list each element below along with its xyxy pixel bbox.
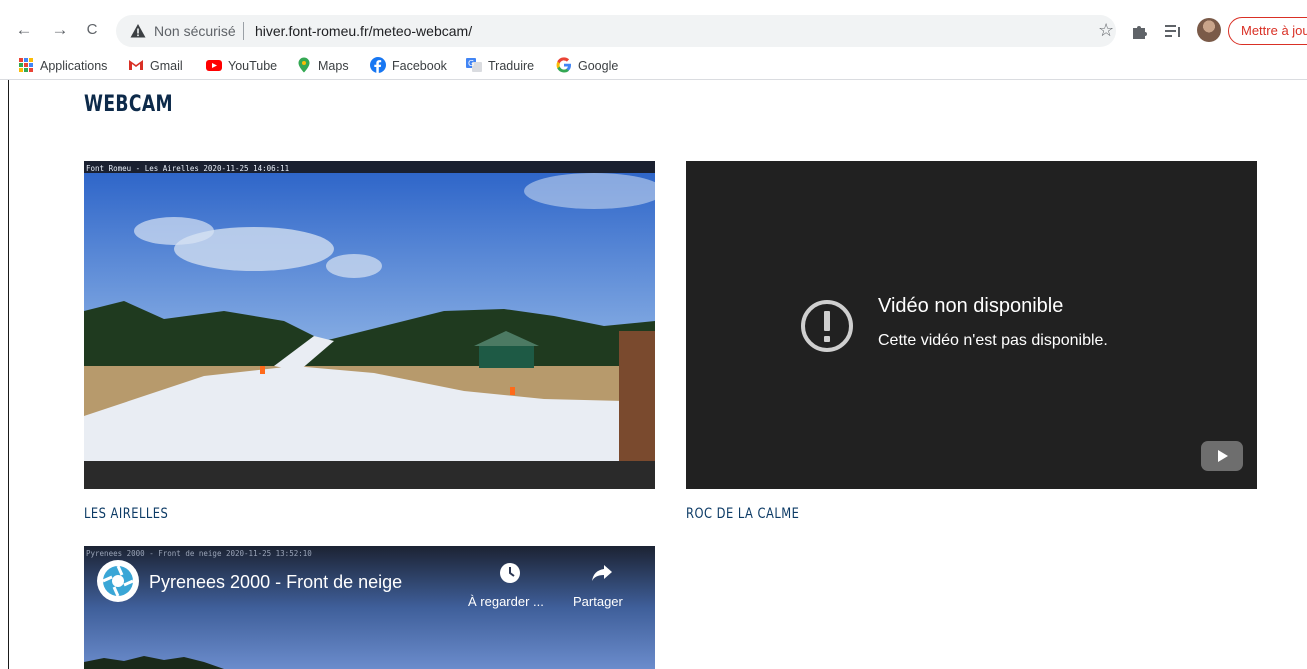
apps-grid-icon [19, 58, 33, 72]
bookmark-google[interactable]: Google [556, 57, 618, 75]
channel-avatar-icon[interactable] [96, 559, 140, 603]
url-text[interactable]: hiver.font-romeu.fr/meteo-webcam/ [255, 23, 472, 39]
bookmark-maps[interactable]: Maps [296, 57, 349, 75]
bookmark-label: Google [578, 59, 619, 73]
bookmark-label: Facebook [392, 59, 447, 73]
bookmark-label: Traduire [488, 59, 535, 73]
webcam-image [84, 546, 655, 669]
clock-icon[interactable] [499, 562, 521, 584]
bookmark-label: Gmail [150, 59, 183, 73]
share-icon[interactable] [591, 562, 613, 584]
bookmark-youtube[interactable]: YouTube [206, 57, 277, 75]
facebook-icon [370, 57, 386, 73]
youtube-icon [206, 60, 222, 71]
youtube-logo-icon[interactable] [1201, 441, 1243, 471]
google-icon [556, 57, 571, 73]
browser-toolbar: ← → C Non sécurisé hiver.font-romeu.fr/m… [0, 0, 1307, 50]
alert-circle-icon [801, 300, 853, 352]
back-button[interactable]: ← [14, 18, 34, 42]
webcam-pyrenees-2000[interactable]: Pyrenees 2000 - Front de neige 2020-11-2… [84, 546, 655, 669]
bookmark-gmail[interactable]: Gmail [128, 57, 183, 75]
bookmarks-bar: Applications Gmail YouTube Maps Facebook… [0, 50, 1307, 80]
reload-button[interactable]: C [82, 18, 102, 42]
address-separator [243, 22, 244, 40]
translate-icon: G [466, 58, 482, 72]
bookmark-label: Maps [318, 59, 349, 73]
webcam-roc-de-la-calme[interactable]: Vidéo non disponible Cette vidéo n'est p… [686, 161, 1257, 489]
page-title: WEBCAM [84, 92, 174, 117]
profile-avatar[interactable] [1197, 18, 1221, 42]
webcam-les-airelles[interactable]: Font Romeu - Les Airelles 2020-11-25 14:… [84, 161, 655, 489]
svg-text:G: G [468, 59, 474, 68]
maps-pin-icon [298, 57, 310, 73]
play-icon [1218, 450, 1228, 462]
video-title[interactable]: Pyrenees 2000 - Front de neige [149, 572, 402, 593]
bookmark-label: Applications [40, 59, 108, 73]
forward-button[interactable]: → [50, 18, 70, 42]
bookmark-star-icon[interactable]: ☆ [1098, 20, 1114, 41]
reading-list-icon[interactable] [1163, 21, 1183, 41]
window-edge [8, 80, 9, 669]
webcam-caption-roc-de-la-calme[interactable]: ROC DE LA CALME [686, 506, 799, 522]
extensions-puzzle-icon[interactable] [1130, 21, 1150, 41]
video-error-message: Cette vidéo n'est pas disponible. [878, 332, 1108, 349]
address-bar[interactable]: Non sécurisé hiver.font-romeu.fr/meteo-w… [116, 15, 1116, 47]
bookmark-applications[interactable]: Applications [18, 57, 107, 75]
bookmark-label: YouTube [228, 59, 278, 73]
webcam-caption-les-airelles[interactable]: LES AIRELLES [84, 506, 168, 522]
watch-later-button[interactable]: À regarder ... [468, 594, 544, 609]
update-button[interactable]: Mettre à jour [1228, 17, 1307, 45]
webcam-image [84, 161, 655, 489]
webcam-timestamp: Font Romeu - Les Airelles 2020-11-25 14:… [86, 164, 290, 173]
share-button[interactable]: Partager [573, 594, 623, 609]
webcam-timestamp: Pyrenees 2000 - Front de neige 2020-11-2… [86, 549, 312, 558]
page-content: WEBCAM Font Romeu - Les Airelles 2020-11… [0, 80, 1307, 669]
video-error-title: Vidéo non disponible [878, 295, 1064, 317]
gmail-icon [129, 60, 143, 70]
security-status[interactable]: Non sécurisé [154, 23, 236, 39]
bookmark-facebook[interactable]: Facebook [370, 57, 447, 75]
warning-icon [130, 24, 146, 38]
bookmark-traduire[interactable]: G Traduire [466, 57, 534, 75]
